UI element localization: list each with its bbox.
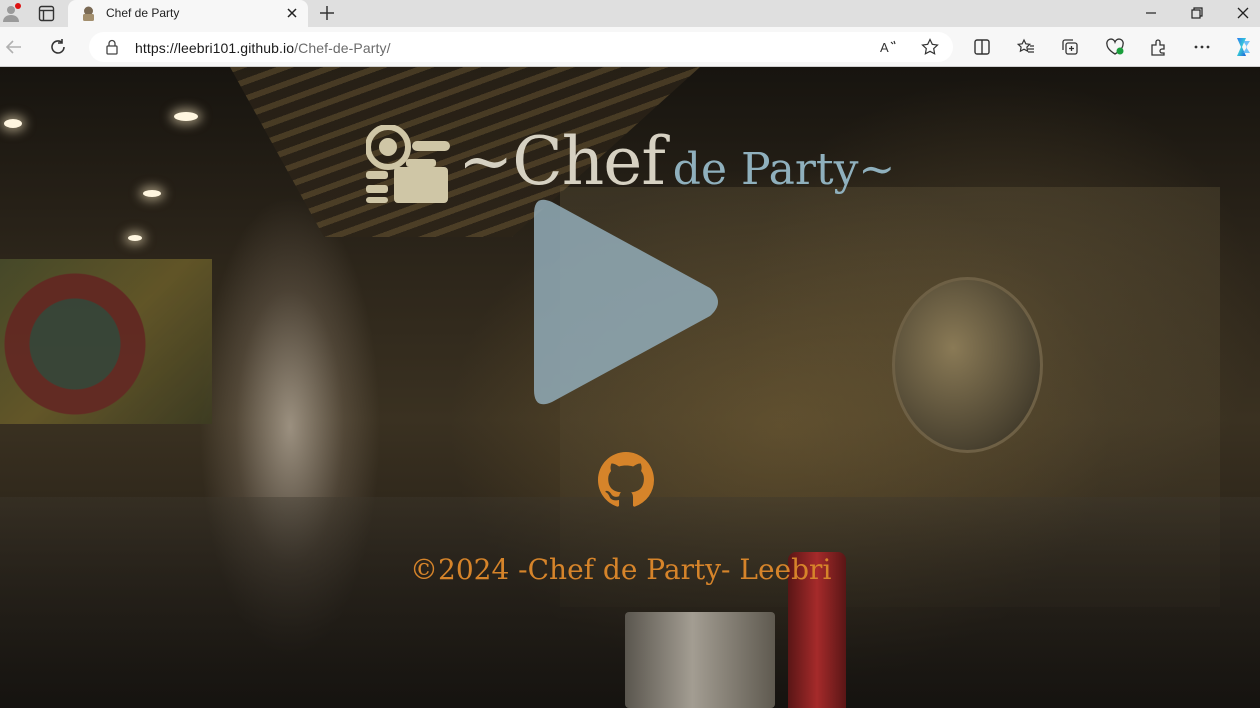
background-lamp xyxy=(174,112,198,121)
background-pot xyxy=(625,612,775,708)
background-lamp xyxy=(143,190,161,197)
tab-bar: Chef de Party xyxy=(0,0,1260,27)
background-lamp xyxy=(4,119,22,128)
github-icon[interactable] xyxy=(598,452,654,508)
extensions-icon[interactable] xyxy=(1149,38,1167,56)
more-options-icon[interactable] xyxy=(1193,38,1211,56)
toolbar: https://leebri101.github.io/Chef-de-Part… xyxy=(0,27,1260,67)
favorite-star-icon[interactable] xyxy=(921,38,939,56)
read-aloud-icon[interactable]: A xyxy=(879,39,897,55)
lock-icon[interactable] xyxy=(105,39,119,55)
page-content: ~Chef de Party~ ©2024 -Chef de Party- Lee… xyxy=(0,67,1260,708)
new-tab-icon[interactable] xyxy=(318,4,336,22)
split-screen-icon[interactable] xyxy=(973,38,991,56)
restore-icon[interactable] xyxy=(1190,6,1204,20)
active-tab[interactable]: Chef de Party xyxy=(68,0,308,27)
chef-logo-icon xyxy=(366,125,450,203)
background-lamp xyxy=(128,235,142,241)
address-bar[interactable]: https://leebri101.github.io/Chef-de-Part… xyxy=(89,32,953,62)
url-text[interactable]: https://leebri101.github.io/Chef-de-Part… xyxy=(135,40,391,56)
title-sub: de Party~ xyxy=(672,144,896,195)
back-icon[interactable] xyxy=(5,38,23,56)
collections-icon[interactable] xyxy=(1061,38,1079,56)
footer-copyright: ©2024 -Chef de Party- Leebri xyxy=(410,553,832,586)
chef-favicon-icon xyxy=(83,6,94,21)
title-main: ~Chef xyxy=(458,123,666,200)
tab-actions-icon[interactable] xyxy=(38,5,55,22)
play-icon[interactable] xyxy=(530,192,725,412)
minimize-icon[interactable] xyxy=(1144,6,1158,20)
close-window-icon[interactable] xyxy=(1236,6,1250,20)
refresh-icon[interactable] xyxy=(49,38,67,56)
close-tab-icon[interactable] xyxy=(284,5,300,21)
site-title: ~Chef de Party~ xyxy=(458,123,895,200)
tab-title: Chef de Party xyxy=(106,6,180,20)
favorites-icon[interactable] xyxy=(1017,38,1035,56)
background-strainer xyxy=(892,277,1043,453)
background-mural xyxy=(0,259,212,424)
browser-essentials-icon[interactable] xyxy=(1105,38,1125,56)
svg-text:A: A xyxy=(880,40,889,55)
profile-icon[interactable] xyxy=(2,3,22,23)
copilot-icon[interactable] xyxy=(1231,35,1255,59)
